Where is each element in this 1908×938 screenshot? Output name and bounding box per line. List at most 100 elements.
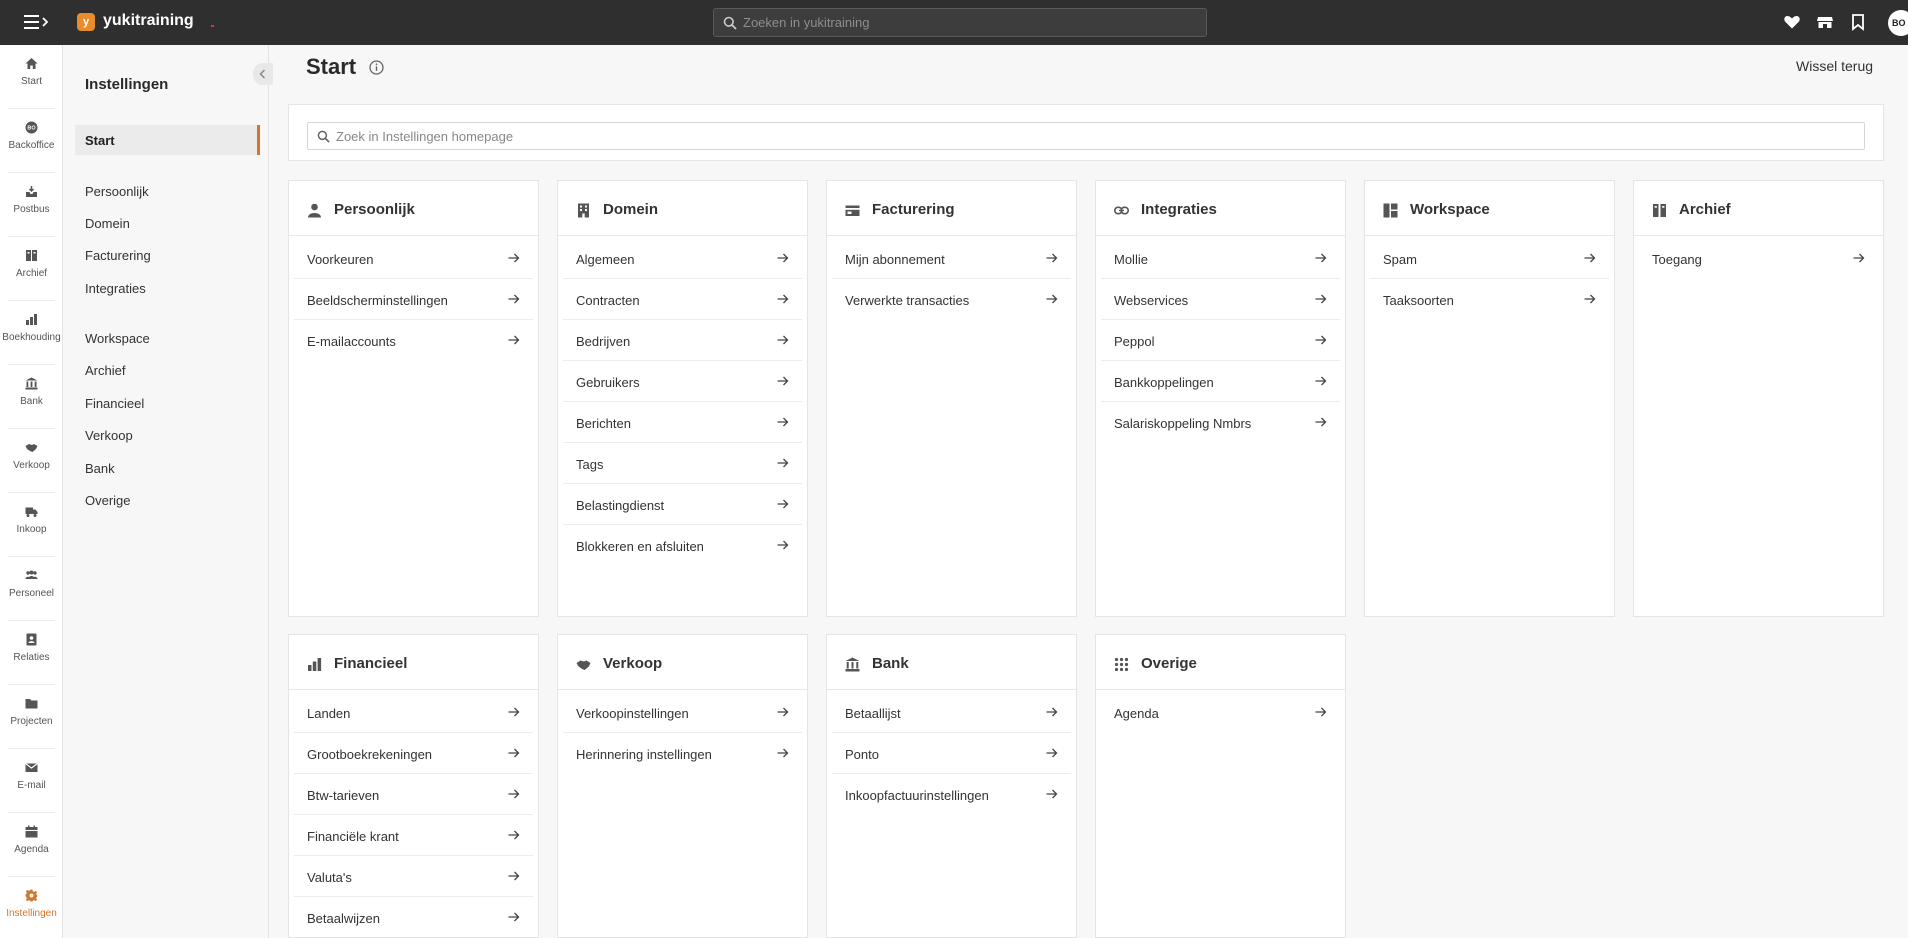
card-link-agenda[interactable]: Agenda <box>1101 692 1340 733</box>
settings-nav-persoonlijk[interactable]: Persoonlijk <box>85 184 149 199</box>
card-title: Bank <box>872 655 909 672</box>
switch-back-link[interactable]: Wissel terug <box>1796 58 1873 74</box>
card-link-label: Grootboekrekeningen <box>307 747 433 762</box>
people-icon <box>25 570 38 579</box>
heart-icon[interactable] <box>1783 13 1801 31</box>
card-link-toegang[interactable]: Toegang <box>1639 238 1878 279</box>
card-link-verwerkte-transacties[interactable]: Verwerkte transacties <box>832 279 1071 320</box>
card-link-btw-tarieven[interactable]: Btw-tarieven <box>294 774 533 815</box>
global-search-input[interactable] <box>743 9 1198 36</box>
card-link-taaksoorten[interactable]: Taaksoorten <box>1370 279 1609 320</box>
card-link-landen[interactable]: Landen <box>294 692 533 733</box>
app-name[interactable]: yukitraining <box>103 12 194 30</box>
nav-item-e-mail[interactable]: E-mail <box>0 749 63 805</box>
card-link-beeldscherminstellingen[interactable]: Beeldscherminstellingen <box>294 279 533 320</box>
card-link-label: Verwerkte transacties <box>845 293 970 308</box>
nav-item-relaties[interactable]: Relaties <box>0 621 63 677</box>
global-search[interactable] <box>713 8 1207 37</box>
avatar[interactable]: BO <box>1888 10 1908 36</box>
settings-nav-start[interactable]: Start <box>85 133 115 148</box>
arrow-right-icon <box>1315 335 1327 345</box>
settings-nav-facturering[interactable]: Facturering <box>85 248 151 263</box>
card-link-valutas[interactable]: Valuta's <box>294 856 533 897</box>
card-header: Financieel <box>289 635 538 690</box>
store-icon[interactable] <box>1816 13 1834 31</box>
bank-icon <box>845 657 860 672</box>
card-link-gebruikers[interactable]: Gebruikers <box>563 361 802 402</box>
card-link-label: Peppol <box>1114 334 1155 349</box>
nav-item-start[interactable]: Start <box>0 45 63 101</box>
card-link-contracten[interactable]: Contracten <box>563 279 802 320</box>
nav-label: Relaties <box>13 652 50 663</box>
arrow-right-icon <box>777 335 789 345</box>
card-link-salariskoppeling-nmbrs[interactable]: Salariskoppeling Nmbrs <box>1101 402 1340 443</box>
card-link-betaallijst[interactable]: Betaallijst <box>832 692 1071 733</box>
card-link-label: Berichten <box>576 416 631 431</box>
card-link-financiele-krant[interactable]: Financiële krant <box>294 815 533 856</box>
card-link-bankkoppelingen[interactable]: Bankkoppelingen <box>1101 361 1340 402</box>
card-link-e-mailaccounts[interactable]: E-mailaccounts <box>294 320 533 361</box>
arrow-right-icon <box>777 748 789 758</box>
card-link-herinnering-instellingen[interactable]: Herinnering instellingen <box>563 733 802 774</box>
collapse-panel-button[interactable] <box>253 63 273 85</box>
settings-search-input[interactable] <box>336 123 1856 149</box>
settings-nav-workspace[interactable]: Workspace <box>85 331 150 346</box>
card-link-label: Ponto <box>845 747 879 762</box>
card-link-label: Btw-tarieven <box>307 788 380 803</box>
nav-label: Instellingen <box>6 908 57 919</box>
billing-icon <box>845 205 860 216</box>
card-link-tags[interactable]: Tags <box>563 443 802 484</box>
card-link-mollie[interactable]: Mollie <box>1101 238 1340 279</box>
nav-item-projecten[interactable]: Projecten <box>0 685 63 741</box>
nav-item-postbus[interactable]: Postbus <box>0 173 63 229</box>
settings-search[interactable] <box>307 122 1865 150</box>
link-icon <box>1114 206 1129 215</box>
card-overige: Overige Agenda <box>1095 634 1346 938</box>
settings-nav-overige[interactable]: Overige <box>85 493 131 508</box>
nav-item-backoffice[interactable]: BO Backoffice <box>0 109 63 165</box>
card-link-inkoopfactuurinstellingen[interactable]: Inkoopfactuurinstellingen <box>832 774 1071 815</box>
card-link-ponto[interactable]: Ponto <box>832 733 1071 774</box>
card-link-voorkeuren[interactable]: Voorkeuren <box>294 238 533 279</box>
nav-item-agenda[interactable]: Agenda <box>0 813 63 869</box>
settings-nav-archief[interactable]: Archief <box>85 363 125 378</box>
card-link-blokkeren-en-afsluiten[interactable]: Blokkeren en afsluiten <box>563 525 802 566</box>
card-link-grootboekrekeningen[interactable]: Grootboekrekeningen <box>294 733 533 774</box>
settings-nav-bank[interactable]: Bank <box>85 461 115 476</box>
card-link-berichten[interactable]: Berichten <box>563 402 802 443</box>
card-link-label: Agenda <box>1114 706 1159 721</box>
info-icon[interactable] <box>369 60 384 75</box>
settings-nav-verkoop[interactable]: Verkoop <box>85 428 133 443</box>
nav-item-archief[interactable]: Archief <box>0 237 63 293</box>
card-link-mijn-abonnement[interactable]: Mijn abonnement <box>832 238 1071 279</box>
settings-nav-financieel[interactable]: Financieel <box>85 396 144 411</box>
app-logo-icon[interactable]: y <box>77 13 95 31</box>
nav-item-bank[interactable]: Bank <box>0 365 63 421</box>
card-link-belastingdienst[interactable]: Belastingdienst <box>563 484 802 525</box>
card-title: Verkoop <box>603 655 663 672</box>
card-integraties: Integraties Mollie Webservices Peppol Ba… <box>1095 180 1346 617</box>
nav-label: Personeel <box>8 588 55 599</box>
nav-item-inkoop[interactable]: Inkoop <box>0 493 63 549</box>
menu-toggle-icon[interactable] <box>24 11 50 33</box>
card-title: Workspace <box>1410 201 1490 218</box>
nav-item-instellingen[interactable]: Instellingen <box>0 877 63 933</box>
card-link-algemeen[interactable]: Algemeen <box>563 238 802 279</box>
card-link-label: Webservices <box>1114 293 1189 308</box>
bookmark-icon[interactable] <box>1849 13 1867 31</box>
card-link-bedrijven[interactable]: Bedrijven <box>563 320 802 361</box>
card-link-verkoopinstellingen[interactable]: Verkoopinstellingen <box>563 692 802 733</box>
card-archief: Archief Toegang <box>1633 180 1884 617</box>
settings-nav-domein[interactable]: Domein <box>85 216 130 231</box>
nav-item-personeel[interactable]: Personeel <box>0 557 63 613</box>
nav-item-boekhouding[interactable]: Boekhouding <box>0 301 63 357</box>
archive-icon <box>1653 204 1666 217</box>
settings-nav-integraties[interactable]: Integraties <box>85 281 146 296</box>
card-link-webservices[interactable]: Webservices <box>1101 279 1340 320</box>
arrow-right-icon <box>1315 707 1327 717</box>
arrow-right-icon <box>508 707 520 717</box>
card-link-spam[interactable]: Spam <box>1370 238 1609 279</box>
card-link-betaalwijzen[interactable]: Betaalwijzen <box>294 897 533 938</box>
card-link-peppol[interactable]: Peppol <box>1101 320 1340 361</box>
nav-item-verkoop[interactable]: Verkoop <box>0 429 63 485</box>
